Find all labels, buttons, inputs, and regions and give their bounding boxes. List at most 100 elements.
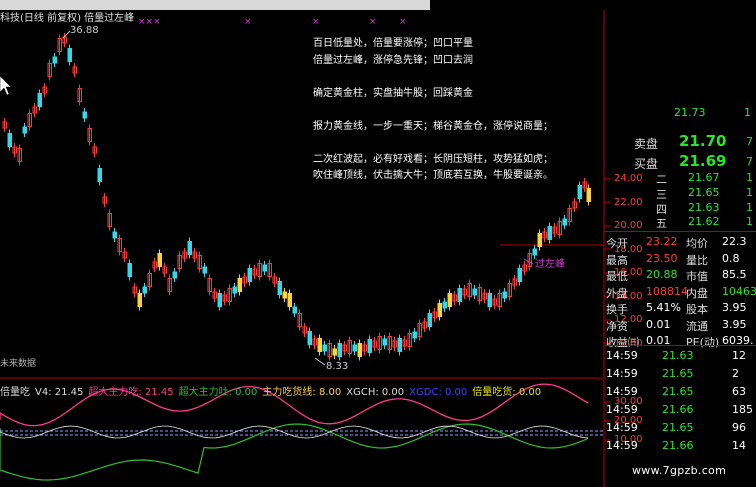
candle-body — [97, 168, 102, 182]
indicator-main-line: 主力吃货线: 8.00 — [262, 387, 342, 398]
site-watermark: www.7gpzb.com — [632, 464, 727, 477]
tick-price: 21.65 — [662, 367, 694, 380]
divider — [604, 231, 756, 232]
buy-level-price[interactable]: 21.65 — [688, 186, 720, 199]
note-line — [313, 102, 553, 119]
candle-body — [427, 313, 432, 327]
signal-marks: ××× — [138, 17, 161, 27]
tick-time: 14:59 — [606, 385, 638, 398]
candle-body — [112, 231, 117, 239]
candle-body — [322, 344, 327, 352]
indicator-name[interactable]: 倍量吃 — [0, 387, 30, 398]
divider — [604, 345, 756, 346]
buy-level-price[interactable]: 21.67 — [688, 171, 720, 184]
buy-price[interactable]: 21.69 — [679, 152, 726, 170]
buy-level-label: 五 — [656, 217, 667, 230]
stat-label: 外盘 — [606, 286, 628, 300]
candle-body — [397, 338, 402, 352]
note-line: 确定黄金柱，实盘抽牛股；回踩黄金 — [313, 87, 473, 99]
buy-level-label: 二 — [656, 173, 667, 186]
stat-label: 最高 — [606, 253, 628, 267]
candle-body — [447, 293, 452, 307]
buy-volume: 7 — [746, 155, 753, 168]
note-line: 二次红波起，必有好戏看；长阴压短柱，攻势猛如虎； — [313, 153, 553, 165]
candle-body — [82, 111, 87, 119]
candle-body — [352, 344, 357, 352]
candle-body — [332, 348, 337, 356]
sell-price[interactable]: 21.70 — [679, 132, 726, 150]
candle-body — [37, 93, 42, 107]
tick-time: 14:59 — [606, 421, 638, 434]
candle-body — [232, 286, 237, 294]
candle-body — [442, 301, 447, 309]
indicator-bulk-absorb: 倍量吃货: 0.00 — [472, 387, 542, 398]
stat-label: PE(动) — [686, 336, 720, 349]
note-line — [313, 135, 553, 152]
candle-body — [287, 293, 292, 307]
indicator-line-green — [0, 423, 589, 481]
candle-body — [187, 241, 192, 255]
buy-level-price[interactable]: 21.63 — [688, 201, 720, 214]
tick-price: 21.65 — [662, 421, 694, 434]
stat-value: 0.8 — [722, 251, 740, 265]
candle-body — [437, 303, 442, 317]
cursor-icon — [0, 75, 12, 96]
candle-body — [172, 271, 177, 279]
tick-volume: 96 — [732, 421, 746, 434]
low-label: 8.33 — [326, 361, 348, 372]
candle-body — [247, 268, 252, 282]
breakout-label: 过左峰 — [535, 257, 565, 270]
candle-body — [307, 331, 312, 345]
quote-panel: 21.73 1 卖盘 21.70 7 买盘 21.69 7 二 21.67 1 … — [604, 104, 756, 487]
high-label: 36.88 — [70, 25, 99, 36]
indicator-main-spit: 超大主力吐: 0.00 — [178, 387, 258, 398]
candle-body — [292, 306, 297, 314]
stat-label: 市值 — [686, 270, 708, 283]
candle-body — [127, 263, 132, 277]
stat-value: 23.50 — [646, 251, 678, 265]
stat-label: 流通 — [686, 319, 708, 333]
indicator-xgch: XGCH: 0.00 — [346, 387, 405, 398]
signal-mark: × — [399, 17, 407, 27]
candle-body — [412, 331, 417, 339]
future-data-label: 未来数据 — [0, 359, 37, 369]
stat-value: 23.22 — [646, 235, 678, 248]
stat-value: 22.3 — [722, 235, 747, 248]
note-line: 报力黄金线，一步一重天；梯谷黄金仓，涨停说商量； — [313, 120, 553, 132]
stat-value: 5.41% — [646, 301, 681, 314]
candle-body — [317, 338, 322, 352]
candle-body — [382, 338, 387, 346]
candle-body — [237, 278, 242, 292]
candle-body — [367, 339, 372, 353]
signal-mark: × — [369, 17, 377, 27]
stat-value: 10463 — [722, 284, 756, 298]
candle-body — [586, 188, 591, 202]
buy-label: 买盘 — [634, 157, 659, 171]
tick-time: 14:59 — [606, 403, 638, 416]
indicator-v4: V4: 21.45 — [35, 387, 84, 398]
stat-label: 今开 — [606, 237, 628, 250]
candle-body — [137, 293, 142, 307]
candle-body — [577, 185, 582, 199]
stat-label: 股本 — [686, 303, 708, 316]
buy-level-price[interactable]: 21.62 — [688, 215, 720, 228]
indicator-xgdc: XGDC: 0.00 — [409, 387, 468, 398]
stat-value: 85.5 — [722, 268, 747, 281]
buy-level-volume: 1 — [746, 186, 753, 199]
candle-body — [157, 253, 162, 267]
candle-body — [277, 281, 282, 295]
candle-body — [562, 218, 567, 226]
tick-volume: 12 — [732, 349, 746, 362]
tick-volume: 14 — [732, 439, 746, 452]
candle-body — [487, 293, 492, 307]
signal-mark: × — [244, 17, 252, 27]
candle-body — [22, 126, 27, 134]
stat-label: 内盘 — [686, 286, 708, 300]
candle-body — [217, 293, 222, 307]
stat-value: 3.95 — [722, 317, 747, 331]
note-line: 吹住峰顶线，伏击擒大牛；顶底若互换，牛股要诞亲。 — [313, 170, 553, 181]
stat-label: 收益㈢ — [606, 336, 639, 349]
sell-top-price[interactable]: 21.73 — [674, 106, 706, 119]
tick-price: 21.63 — [662, 349, 694, 362]
tick-volume: 185 — [732, 403, 753, 416]
